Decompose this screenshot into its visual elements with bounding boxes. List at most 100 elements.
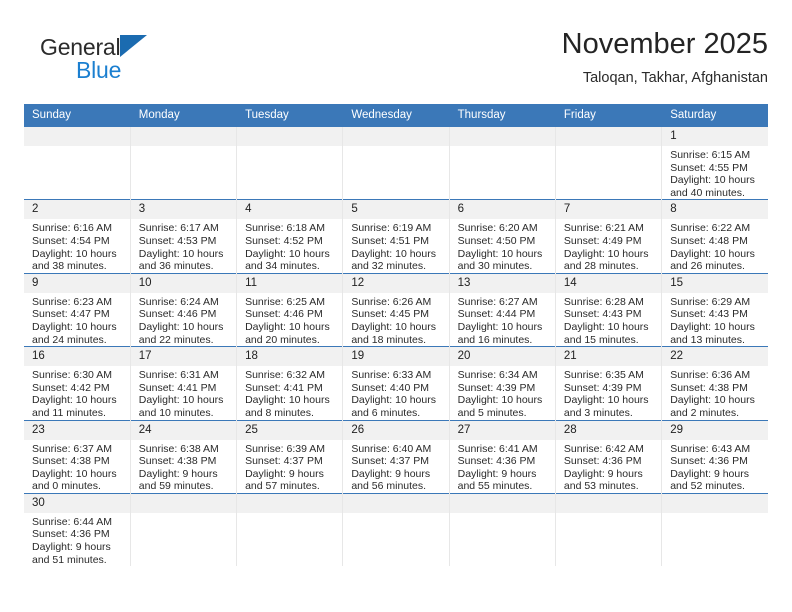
calendar-day-cell[interactable]: 6 Sunrise: 6:20 AM Sunset: 4:50 PM Daylight…	[449, 199, 556, 274]
calendar-day-cell[interactable]: 26 Sunrise: 6:40 AM Sunset: 4:37 PM Dayligh…	[342, 419, 450, 494]
day-number: 28	[555, 420, 662, 440]
calendar-day-cell[interactable]: 8 Sunrise: 6:22 AM Sunset: 4:48 PM Daylight…	[661, 199, 768, 274]
sunrise-text: Sunrise: 6:35 AM	[563, 369, 644, 382]
daylight-text-line1: Daylight: 10 hours	[32, 247, 117, 260]
daylight-text-line1: Daylight: 10 hours	[32, 394, 117, 407]
calendar-week-row: 23 Sunrise: 6:37 AM Sunset: 4:38 PM Dayligh…	[24, 419, 768, 494]
day-number: 17	[130, 347, 237, 367]
calendar-day-cell[interactable]: 18 Sunrise: 6:32 AM Sunset: 4:41 PM Dayligh…	[236, 346, 344, 420]
page-title: November 2025	[561, 28, 768, 60]
day-details: Sunrise: 6:33 AM Sunset: 4:40 PM Daylight:…	[343, 366, 448, 419]
calendar-day-cell[interactable]: 3 Sunrise: 6:17 AM Sunset: 4:53 PM Daylight…	[130, 199, 238, 274]
daylight-text-line2: and 13 minutes.	[670, 333, 745, 346]
calendar-day-cell[interactable]: 25 Sunrise: 6:39 AM Sunset: 4:37 PM Dayligh…	[236, 419, 344, 494]
daylight-text-line2: and 57 minutes.	[245, 480, 320, 493]
sunrise-text: Sunrise: 6:33 AM	[351, 369, 432, 382]
daylight-text-line2: and 3 minutes.	[563, 406, 633, 419]
daylight-text-line1: Daylight: 9 hours	[32, 541, 111, 554]
sunset-text: Sunset: 4:45 PM	[351, 308, 429, 321]
day-details: Sunrise: 6:37 AM Sunset: 4:38 PM Daylight:…	[24, 440, 130, 493]
day-number	[343, 493, 449, 513]
sunrise-sunset-calendar: Sunday Monday Tuesday Wednesday Thursday Frid…	[24, 104, 768, 567]
calendar-day-cell[interactable]: 15 Sunrise: 6:29 AM Sunset: 4:43 PM Dayligh…	[661, 272, 768, 347]
page-subtitle-location: Taloqan, Takhar, Afghanistan	[582, 70, 768, 86]
calendar-day-cell[interactable]: 28 Sunrise: 6:42 AM Sunset: 4:36 PM Dayligh…	[555, 419, 663, 494]
calendar-day-cell[interactable]: 30 Sunrise: 6:44 AM Sunset: 4:36 PM Dayligh…	[24, 492, 131, 567]
sunset-text: Sunset: 4:36 PM	[563, 455, 642, 468]
day-details: Sunrise: 6:22 AM Sunset: 4:48 PM Daylight:…	[662, 219, 768, 272]
calendar-day-cell-empty	[130, 127, 238, 200]
day-details: Sunrise: 6:24 AM Sunset: 4:46 PM Daylight:…	[131, 293, 236, 346]
calendar-day-cell[interactable]: 5 Sunrise: 6:19 AM Sunset: 4:51 PM Daylight…	[342, 199, 450, 274]
calendar-day-cell[interactable]: 10 Sunrise: 6:24 AM Sunset: 4:46 PM Dayligh…	[130, 272, 238, 347]
daylight-text-line2: and 36 minutes.	[138, 260, 214, 273]
calendar-day-cell[interactable]: 23 Sunrise: 6:37 AM Sunset: 4:38 PM Dayligh…	[24, 419, 131, 494]
calendar-day-cell[interactable]: 11 Sunrise: 6:25 AM Sunset: 4:46 PM Dayligh…	[236, 272, 344, 347]
day-number	[555, 127, 662, 146]
daylight-text-line1: Daylight: 10 hours	[670, 320, 755, 333]
weekday-header-sunday: Sunday	[24, 104, 131, 127]
sunrise-text: Sunrise: 6:22 AM	[670, 222, 751, 235]
weekday-header-monday: Monday	[130, 104, 238, 127]
daylight-text-line1: Daylight: 10 hours	[670, 394, 755, 407]
day-details: Sunrise: 6:15 AM Sunset: 4:55 PM Daylight:…	[662, 146, 768, 199]
calendar-day-cell[interactable]: 2 Sunrise: 6:16 AM Sunset: 4:54 PM Daylight…	[24, 199, 131, 274]
calendar-day-cell[interactable]: 22 Sunrise: 6:36 AM Sunset: 4:38 PM Dayligh…	[661, 346, 768, 420]
sunrise-text: Sunrise: 6:29 AM	[670, 295, 751, 308]
calendar-day-cell[interactable]: 14 Sunrise: 6:28 AM Sunset: 4:43 PM Dayligh…	[555, 272, 663, 347]
general-blue-logo[interactable]: General Blue	[40, 34, 260, 96]
daylight-text-line1: Daylight: 10 hours	[351, 247, 436, 260]
day-details: Sunrise: 6:31 AM Sunset: 4:41 PM Daylight:…	[131, 366, 236, 419]
calendar-day-cell[interactable]: 24 Sunrise: 6:38 AM Sunset: 4:38 PM Dayligh…	[130, 419, 238, 494]
page-header: General Blue November 2025 Taloqan, Takh…	[24, 26, 768, 98]
sunset-text: Sunset: 4:47 PM	[32, 308, 110, 321]
calendar-day-cell-empty	[130, 492, 238, 567]
day-number: 14	[555, 273, 662, 293]
daylight-text-line1: Daylight: 9 hours	[563, 467, 643, 480]
daylight-text-line2: and 40 minutes.	[670, 186, 745, 199]
calendar-day-cell[interactable]: 12 Sunrise: 6:26 AM Sunset: 4:45 PM Dayligh…	[342, 272, 450, 347]
calendar-day-cell[interactable]: 21 Sunrise: 6:35 AM Sunset: 4:39 PM Dayligh…	[555, 346, 663, 420]
sunrise-text: Sunrise: 6:15 AM	[670, 149, 751, 161]
day-details: Sunrise: 6:19 AM Sunset: 4:51 PM Daylight:…	[343, 219, 448, 272]
calendar-day-cell[interactable]: 17 Sunrise: 6:31 AM Sunset: 4:41 PM Dayligh…	[130, 346, 238, 420]
calendar-day-cell[interactable]: 20 Sunrise: 6:34 AM Sunset: 4:39 PM Dayligh…	[449, 346, 556, 420]
sunrise-text: Sunrise: 6:19 AM	[351, 222, 432, 235]
day-number	[449, 493, 555, 513]
calendar-week-row: 16 Sunrise: 6:30 AM Sunset: 4:42 PM Dayligh…	[24, 346, 768, 420]
sunset-text: Sunset: 4:44 PM	[457, 308, 536, 321]
daylight-text-line1: Daylight: 9 hours	[457, 467, 537, 480]
day-number	[343, 127, 449, 146]
daylight-text-line2: and 11 minutes.	[32, 406, 106, 419]
sunset-text: Sunset: 4:51 PM	[351, 234, 429, 247]
sunset-text: Sunset: 4:54 PM	[32, 234, 110, 247]
calendar-day-cell[interactable]: 9 Sunrise: 6:23 AM Sunset: 4:47 PM Daylight…	[24, 272, 131, 347]
sunrise-text: Sunrise: 6:38 AM	[138, 442, 219, 455]
day-number: 7	[555, 200, 662, 220]
daylight-text-line1: Daylight: 9 hours	[138, 467, 218, 480]
day-number: 23	[24, 420, 130, 440]
calendar-day-cell[interactable]: 1 Sunrise: 6:15 AM Sunset: 4:55 PM Daylight…	[662, 127, 768, 200]
sunrise-text: Sunrise: 6:40 AM	[351, 442, 432, 455]
calendar-week-row: 30 Sunrise: 6:44 AM Sunset: 4:36 PM Dayligh…	[24, 492, 768, 567]
day-number: 3	[130, 200, 237, 220]
sunset-text: Sunset: 4:41 PM	[138, 381, 217, 394]
daylight-text-line2: and 8 minutes.	[245, 406, 314, 419]
sunset-text: Sunset: 4:50 PM	[457, 234, 536, 247]
calendar-day-cell[interactable]: 4 Sunrise: 6:18 AM Sunset: 4:52 PM Daylight…	[236, 199, 344, 274]
calendar-day-cell[interactable]: 27 Sunrise: 6:41 AM Sunset: 4:36 PM Dayligh…	[449, 419, 556, 494]
daylight-text-line2: and 28 minutes.	[563, 260, 639, 273]
daylight-text-line2: and 59 minutes.	[138, 480, 214, 493]
calendar-day-cell[interactable]: 29 Sunrise: 6:43 AM Sunset: 4:36 PM Dayligh…	[661, 419, 768, 494]
calendar-day-cell[interactable]: 13 Sunrise: 6:27 AM Sunset: 4:44 PM Dayligh…	[449, 272, 556, 347]
sunset-text: Sunset: 4:36 PM	[457, 455, 536, 468]
daylight-text-line2: and 55 minutes.	[457, 480, 533, 493]
calendar-day-cell[interactable]: 19 Sunrise: 6:33 AM Sunset: 4:40 PM Dayligh…	[342, 346, 450, 420]
sunset-text: Sunset: 4:46 PM	[245, 308, 323, 321]
day-number	[662, 493, 768, 513]
daylight-text-line2: and 26 minutes.	[670, 260, 745, 273]
daylight-text-line1: Daylight: 10 hours	[563, 320, 649, 333]
calendar-day-cell[interactable]: 16 Sunrise: 6:30 AM Sunset: 4:42 PM Dayligh…	[24, 346, 131, 420]
calendar-day-cell[interactable]: 7 Sunrise: 6:21 AM Sunset: 4:49 PM Daylight…	[555, 199, 663, 274]
calendar-day-cell-empty	[449, 492, 556, 567]
